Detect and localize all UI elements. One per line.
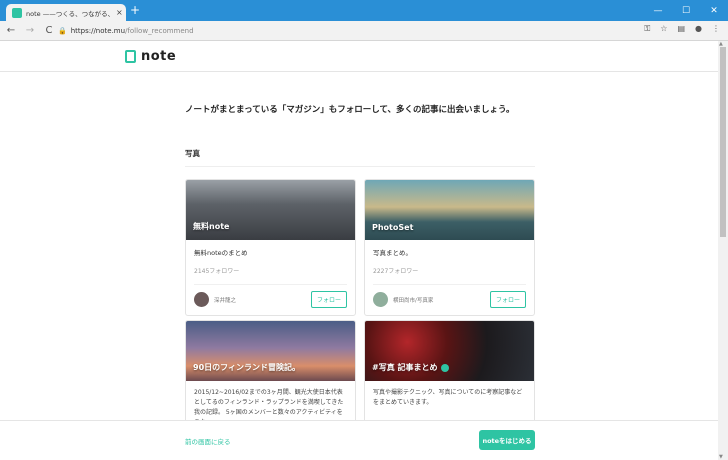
- maximize-icon[interactable]: ☐: [672, 6, 700, 16]
- owner-name: 深井龍之: [214, 297, 237, 304]
- magazine-card[interactable]: 無料note 無料noteのまとめ 2145フォロワー 深井龍之 フォロー: [185, 179, 356, 316]
- magazine-cover-image: 90日のフィンランド冒険記。: [186, 321, 355, 381]
- cover-label: 90日のフィンランド冒険記。: [193, 363, 300, 372]
- avatar: [194, 292, 209, 307]
- site-header: note: [0, 41, 718, 72]
- intro-text: ノートがまとまっている「マガジン」もフォローして、多くの記事に出会いましょう。: [185, 105, 515, 115]
- magazine-cover-image: #写真 記事まとめ: [365, 321, 534, 381]
- magazine-title[interactable]: 無料noteのまとめ: [194, 247, 347, 257]
- tab-title: note ——つくる、つながる、とどける。: [26, 9, 114, 18]
- magazine-card[interactable]: 90日のフィンランド冒険記。 2015/12~2016/02までの3ヶ月間、観光…: [185, 320, 356, 430]
- note-logo-icon: [125, 50, 136, 63]
- reload-icon[interactable]: C: [41, 25, 57, 36]
- avatar: [373, 292, 388, 307]
- start-note-button[interactable]: noteをはじめる: [479, 430, 535, 450]
- scroll-down-icon[interactable]: ▼: [719, 454, 723, 460]
- magazine-cover-image: 無料note: [186, 180, 355, 240]
- magazine-description: 写真や撮影テクニック、写真についてのに考察記事などをまとめていきます。: [373, 389, 523, 406]
- browser-toolbar: ← → C 🔒 https://note.mu/follow_recommend…: [0, 21, 728, 41]
- cover-label: #写真 記事まとめ: [372, 362, 449, 373]
- extension-icon[interactable]: ▤: [677, 24, 685, 34]
- cover-label: 無料note: [193, 222, 230, 231]
- magazine-title[interactable]: 写真まとめ。: [373, 247, 526, 257]
- follower-count: 2145フォロワー: [194, 268, 240, 275]
- follower-count: 2227フォロワー: [373, 268, 419, 275]
- magazine-card[interactable]: #写真 記事まとめ 写真や撮影テクニック、写真についてのに考察記事などをまとめて…: [364, 320, 535, 430]
- url-text: https://note.mu/follow_recommend: [70, 27, 194, 35]
- key-icon[interactable]: ⚿: [644, 24, 650, 34]
- note-logo[interactable]: note: [125, 49, 176, 64]
- tab-close-icon[interactable]: ×: [116, 8, 123, 17]
- vertical-scrollbar[interactable]: ▲ ▼: [718, 41, 728, 460]
- forward-icon[interactable]: →: [22, 25, 38, 36]
- lock-icon: 🔒: [58, 27, 67, 35]
- window-close-icon[interactable]: ✕: [700, 6, 728, 16]
- back-icon[interactable]: ←: [3, 25, 19, 36]
- minimize-icon[interactable]: —: [644, 6, 672, 16]
- bottom-action-bar: 前の画面に戻る noteをはじめる: [0, 420, 718, 460]
- toolbar-icons: ⚿ ☆ ▤ ● ⋮: [644, 24, 720, 34]
- window-controls: — ☐ ✕: [644, 0, 728, 21]
- cover-label: PhotoSet: [372, 223, 414, 232]
- star-icon[interactable]: ☆: [660, 24, 667, 34]
- address-bar[interactable]: 🔒 https://note.mu/follow_recommend: [58, 24, 670, 38]
- browser-tab[interactable]: note ——つくる、つながる、とどける。 ×: [6, 4, 126, 21]
- scroll-thumb[interactable]: [720, 47, 726, 237]
- magazine-owner[interactable]: 深井龍之: [194, 292, 236, 307]
- window-titlebar: note ——つくる、つながる、とどける。 × + — ☐ ✕: [0, 0, 728, 21]
- follow-button[interactable]: フォロー: [489, 291, 526, 308]
- follow-button[interactable]: フォロー: [310, 291, 347, 308]
- section-divider: [185, 166, 535, 167]
- magazine-cover-image: PhotoSet: [365, 180, 534, 240]
- owner-name: 横田尚市/写真家: [393, 297, 434, 304]
- section-title: 写真: [185, 149, 200, 158]
- back-link[interactable]: 前の画面に戻る: [185, 436, 231, 446]
- menu-icon[interactable]: ⋮: [712, 24, 720, 34]
- page-content: note ノートがまとまっている「マガジン」もフォローして、多くの記事に出会いま…: [0, 41, 718, 460]
- magazine-card[interactable]: PhotoSet 写真まとめ。 2227フォロワー 横田尚市/写真家 フォロー: [364, 179, 535, 316]
- profile-icon[interactable]: ●: [695, 24, 702, 34]
- magazine-owner[interactable]: 横田尚市/写真家: [373, 292, 433, 307]
- verified-icon: [440, 363, 449, 372]
- logo-text: note: [141, 49, 177, 64]
- note-favicon-icon: [12, 7, 22, 18]
- new-tab-button[interactable]: +: [130, 3, 140, 17]
